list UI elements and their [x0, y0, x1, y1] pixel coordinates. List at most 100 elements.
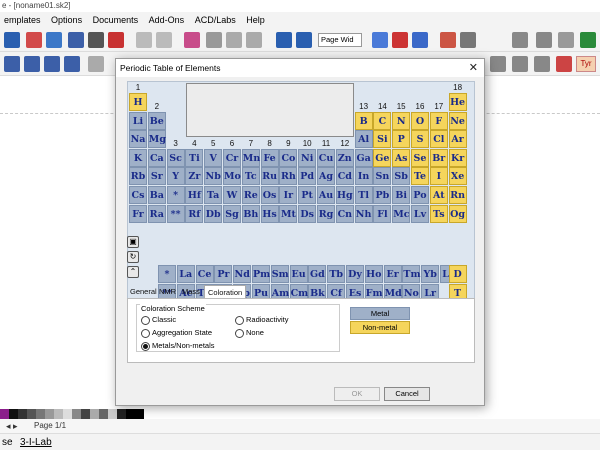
element-v[interactable]: V — [204, 148, 223, 167]
paste-icon[interactable] — [246, 32, 262, 48]
element-cr[interactable]: Cr — [223, 148, 241, 167]
element-li[interactable]: Li — [129, 111, 147, 130]
element-cd[interactable]: Cd — [335, 167, 354, 186]
element-ds[interactable]: Ds — [298, 204, 317, 223]
element-rh[interactable]: Rh — [279, 167, 298, 186]
element-ag[interactable]: Ag — [317, 167, 335, 186]
template-icon[interactable] — [372, 32, 388, 48]
isotope-d[interactable]: D — [448, 265, 467, 283]
redo-icon[interactable] — [156, 32, 172, 48]
element-fl[interactable]: Fl — [373, 204, 392, 223]
save-icon[interactable] — [46, 32, 62, 48]
element-rf[interactable]: Rf — [185, 204, 204, 223]
hand-tool-icon[interactable] — [88, 56, 104, 72]
element-star[interactable]: * — [166, 186, 185, 204]
element-ca[interactable]: Ca — [147, 148, 166, 167]
cut-icon[interactable] — [206, 32, 222, 48]
new-icon[interactable] — [4, 32, 20, 48]
menu-add-ons[interactable]: Add-Ons — [145, 12, 189, 28]
charge-tool-icon[interactable] — [556, 56, 572, 72]
element-au[interactable]: Au — [317, 186, 335, 204]
element-nh[interactable]: Nh — [354, 204, 373, 223]
zoom-out-icon[interactable] — [296, 32, 312, 48]
bond-tool-icon[interactable] — [512, 56, 528, 72]
element-sg[interactable]: Sg — [223, 204, 241, 223]
lanthanide-pm[interactable]: Pm — [252, 265, 270, 283]
element-ir[interactable]: Ir — [279, 186, 298, 204]
element-ne[interactable]: Ne — [448, 111, 467, 130]
lanthanide-gd[interactable]: Gd — [308, 265, 327, 283]
color-swatch[interactable] — [72, 409, 81, 419]
element-he[interactable]: He — [448, 93, 467, 111]
arrow-tool-icon[interactable] — [64, 56, 80, 72]
taskbar-item[interactable]: se — [2, 434, 13, 451]
element-na[interactable]: Na — [129, 130, 147, 149]
lanthanide-er[interactable]: Er — [383, 265, 402, 283]
element-be[interactable]: Be — [147, 111, 166, 130]
element-pd[interactable]: Pd — [298, 167, 317, 186]
element-ar[interactable]: Ar — [448, 130, 467, 149]
element-as[interactable]: As — [392, 148, 411, 167]
element-w[interactable]: W — [223, 186, 241, 204]
ring-tool-icon[interactable] — [44, 56, 60, 72]
element-rb[interactable]: Rb — [129, 167, 147, 186]
element-ra[interactable]: Ra — [147, 204, 166, 223]
ok-button[interactable]: OK — [334, 387, 380, 401]
element-og[interactable]: Og — [448, 204, 467, 223]
element-mo[interactable]: Mo — [223, 167, 241, 186]
element-sc[interactable]: Sc — [166, 148, 185, 167]
shape-icon[interactable] — [558, 32, 574, 48]
tyr-button[interactable]: Tyr — [576, 56, 596, 72]
element-f[interactable]: F — [429, 111, 448, 130]
element-starstar[interactable]: ** — [166, 204, 185, 223]
element-db[interactable]: Db — [204, 204, 223, 223]
element-cl[interactable]: Cl — [429, 130, 448, 149]
element-y[interactable]: Y — [166, 167, 185, 186]
radio-none[interactable]: None — [235, 328, 264, 338]
menu-documents[interactable]: Documents — [89, 12, 143, 28]
element-icon[interactable] — [412, 32, 428, 48]
color-swatch[interactable] — [0, 409, 9, 419]
taskbar-item-ilab[interactable]: 3-I-Lab — [20, 434, 52, 451]
shape-tool-icon[interactable] — [490, 56, 506, 72]
element-at[interactable]: At — [429, 186, 448, 204]
chart-icon[interactable] — [460, 32, 476, 48]
structure-icon[interactable] — [392, 32, 408, 48]
element-b[interactable]: B — [354, 111, 373, 130]
green-icon[interactable] — [580, 32, 596, 48]
element-pb[interactable]: Pb — [373, 186, 392, 204]
menu-help[interactable]: Help — [242, 12, 269, 28]
element-i[interactable]: I — [429, 167, 448, 186]
lanthanide-tb[interactable]: Tb — [327, 265, 346, 283]
element-mg[interactable]: Mg — [147, 130, 166, 149]
element-mc[interactable]: Mc — [392, 204, 411, 223]
color-swatch[interactable] — [36, 409, 45, 419]
color-swatch[interactable] — [45, 409, 54, 419]
color-swatch[interactable] — [27, 409, 36, 419]
element-zr[interactable]: Zr — [185, 167, 204, 186]
element-zn[interactable]: Zn — [335, 148, 354, 167]
element-pt[interactable]: Pt — [298, 186, 317, 204]
color-swatch[interactable] — [81, 409, 90, 419]
element-n[interactable]: N — [392, 111, 411, 130]
element-ta[interactable]: Ta — [204, 186, 223, 204]
radio-metals-non-metals[interactable]: Metals/Non-metals — [141, 341, 215, 351]
element-ni[interactable]: Ni — [298, 148, 317, 167]
element-br[interactable]: Br — [429, 148, 448, 167]
menu-templates[interactable]: emplates — [0, 12, 45, 28]
element-cu[interactable]: Cu — [317, 148, 335, 167]
element-in[interactable]: In — [354, 167, 373, 186]
radio-radioactivity[interactable]: Radioactivity — [235, 315, 289, 325]
color-swatch[interactable] — [126, 409, 135, 419]
line-tool-icon[interactable] — [4, 56, 20, 72]
element-ba[interactable]: Ba — [147, 186, 166, 204]
element-hf[interactable]: Hf — [185, 186, 204, 204]
element-al[interactable]: Al — [354, 130, 373, 149]
color-palette[interactable] — [0, 409, 144, 419]
lanthanide-dy[interactable]: Dy — [346, 265, 364, 283]
tab-general[interactable]: General — [127, 285, 160, 299]
color-swatch[interactable] — [63, 409, 72, 419]
element-rg[interactable]: Rg — [317, 204, 335, 223]
element-re[interactable]: Re — [241, 186, 260, 204]
color-swatch[interactable] — [99, 409, 108, 419]
